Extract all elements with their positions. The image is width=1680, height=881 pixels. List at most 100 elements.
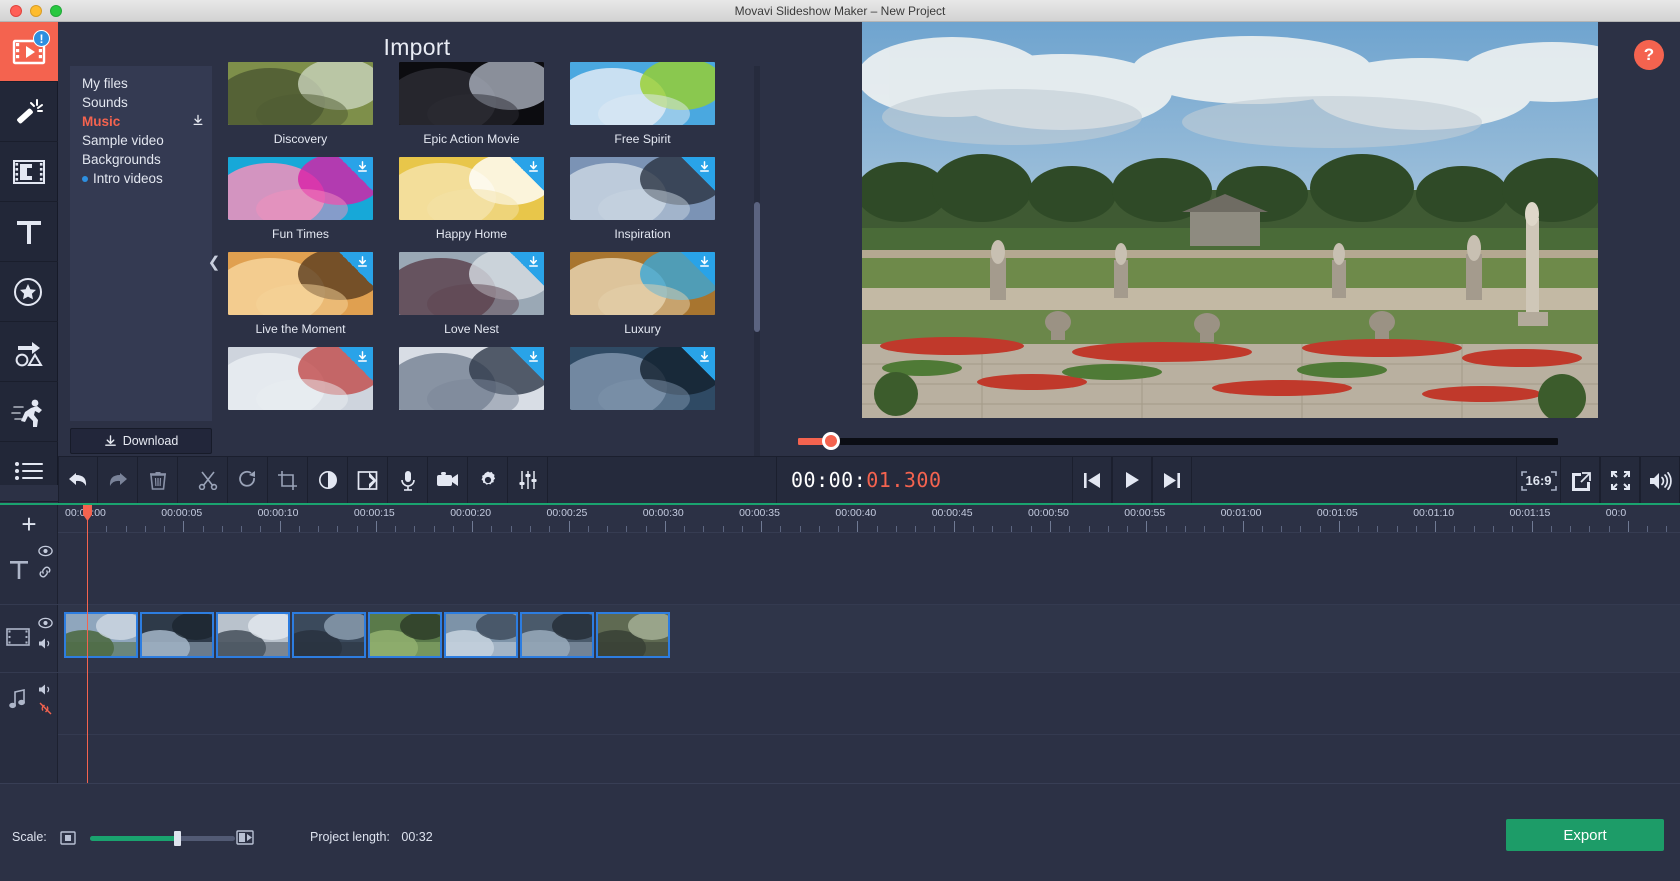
media-thumbnail[interactable]	[570, 157, 715, 220]
sliders-icon	[518, 471, 537, 489]
media-card[interactable]: Inspiration	[570, 157, 715, 241]
download-icon[interactable]	[698, 350, 711, 369]
media-thumbnail[interactable]	[399, 347, 544, 410]
color-adjust-button[interactable]	[308, 456, 348, 504]
fullscreen-button[interactable]	[1600, 457, 1640, 504]
sidebar-item-titles[interactable]	[0, 202, 58, 262]
aspect-ratio-button[interactable]: 16:9	[1516, 457, 1560, 504]
speaker-icon[interactable]	[38, 637, 53, 650]
sidebar-item-callouts[interactable]	[0, 322, 58, 382]
media-card[interactable]: Discovery	[228, 62, 373, 146]
download-icon[interactable]	[192, 114, 204, 130]
media-thumbnail[interactable]	[570, 347, 715, 410]
download-icon[interactable]	[356, 160, 369, 179]
media-card[interactable]: Live the Moment	[228, 252, 373, 336]
seek-track[interactable]	[798, 438, 1558, 445]
media-card[interactable]	[228, 347, 373, 417]
media-thumbnail[interactable]	[399, 157, 544, 220]
sidebar-item-stickers[interactable]	[0, 262, 58, 322]
media-thumbnail[interactable]	[228, 157, 373, 220]
crop-button[interactable]	[268, 456, 308, 504]
frame-small-icon[interactable]	[60, 831, 76, 845]
timeline-empty-area[interactable]	[58, 735, 1680, 783]
split-button[interactable]	[188, 456, 228, 504]
timeline-clip[interactable]	[292, 612, 366, 658]
scale-slider-handle[interactable]	[174, 831, 181, 846]
timeline-clip[interactable]	[520, 612, 594, 658]
timeline-clip[interactable]	[216, 612, 290, 658]
speaker-icon[interactable]	[38, 683, 53, 696]
previous-frame-button[interactable]	[1071, 456, 1112, 504]
timeline-clip[interactable]	[64, 612, 138, 658]
media-thumbnail[interactable]	[228, 347, 373, 410]
media-card[interactable]: Love Nest	[399, 252, 544, 336]
volume-button[interactable]	[1640, 457, 1680, 504]
sidebar-item-more[interactable]	[0, 442, 58, 502]
media-card[interactable]: Free Spirit	[570, 62, 715, 146]
download-button[interactable]: Download	[70, 428, 212, 454]
audio-mixer-button[interactable]	[508, 456, 548, 504]
category-item-backgrounds[interactable]: Backgrounds	[70, 150, 212, 169]
playhead-line[interactable]	[87, 505, 88, 783]
seek-handle[interactable]	[822, 432, 840, 450]
download-icon[interactable]	[698, 255, 711, 274]
frame-large-icon[interactable]	[236, 830, 254, 845]
category-item-my-files[interactable]: My files	[70, 74, 212, 93]
collapse-panel-button[interactable]: ❮	[206, 250, 222, 274]
titles-track-lane[interactable]	[58, 533, 1680, 605]
download-icon[interactable]	[356, 255, 369, 274]
undo-button[interactable]	[58, 456, 98, 504]
redo-button[interactable]	[98, 456, 138, 504]
media-card[interactable]	[570, 347, 715, 417]
media-thumbnail[interactable]	[228, 252, 373, 315]
media-thumbnail[interactable]	[399, 62, 544, 125]
clip-properties-button[interactable]	[468, 456, 508, 504]
category-item-music[interactable]: Music	[70, 112, 212, 131]
media-card[interactable]: Happy Home	[399, 157, 544, 241]
media-card[interactable]	[399, 347, 544, 417]
audio-track-lane[interactable]	[58, 673, 1680, 735]
media-card[interactable]: Epic Action Movie	[399, 62, 544, 146]
preview-seek-bar[interactable]	[776, 426, 1680, 456]
play-button[interactable]	[1111, 456, 1152, 504]
timeline-clip[interactable]	[444, 612, 518, 658]
export-button[interactable]: Export	[1506, 819, 1664, 851]
category-item-intro-videos[interactable]: Intro videos	[70, 169, 212, 188]
timeline-clip[interactable]	[368, 612, 442, 658]
eye-icon[interactable]	[38, 617, 53, 629]
category-item-sounds[interactable]: Sounds	[70, 93, 212, 112]
download-icon[interactable]	[356, 350, 369, 369]
download-icon[interactable]	[527, 350, 540, 369]
eye-icon[interactable]	[38, 545, 53, 557]
sidebar-item-import[interactable]: !	[0, 22, 58, 82]
unlink-icon[interactable]	[38, 701, 53, 716]
media-thumbnail[interactable]	[399, 252, 544, 315]
sidebar-item-filters[interactable]	[0, 82, 58, 142]
download-icon[interactable]	[698, 160, 711, 179]
timeline-clip[interactable]	[140, 612, 214, 658]
timeline-clip[interactable]	[596, 612, 670, 658]
media-thumbnail[interactable]	[570, 62, 715, 125]
media-thumbnail[interactable]	[570, 252, 715, 315]
sidebar-item-animation[interactable]	[0, 382, 58, 442]
record-video-button[interactable]	[428, 456, 468, 504]
rotate-button[interactable]	[228, 456, 268, 504]
download-icon[interactable]	[527, 255, 540, 274]
next-frame-button[interactable]	[1151, 456, 1192, 504]
timeline-ruler[interactable]: 00:00:0000:00:0500:00:1000:00:1500:00:20…	[58, 505, 1680, 533]
sidebar-item-transitions[interactable]	[0, 142, 58, 202]
category-item-sample-video[interactable]: Sample video	[70, 131, 212, 150]
media-card[interactable]: Fun Times	[228, 157, 373, 241]
video-track-lane[interactable]	[58, 605, 1680, 673]
help-button[interactable]: ?	[1634, 40, 1664, 70]
media-card[interactable]: Luxury	[570, 252, 715, 336]
detach-player-button[interactable]	[1560, 457, 1600, 504]
media-thumbnail[interactable]	[228, 62, 373, 125]
add-track-button[interactable]: +	[16, 511, 42, 537]
download-icon[interactable]	[527, 160, 540, 179]
record-audio-button[interactable]	[388, 456, 428, 504]
video-preview[interactable]	[862, 22, 1598, 418]
delete-button[interactable]	[138, 456, 178, 504]
pan-zoom-button[interactable]	[348, 456, 388, 504]
link-icon[interactable]	[38, 565, 52, 579]
